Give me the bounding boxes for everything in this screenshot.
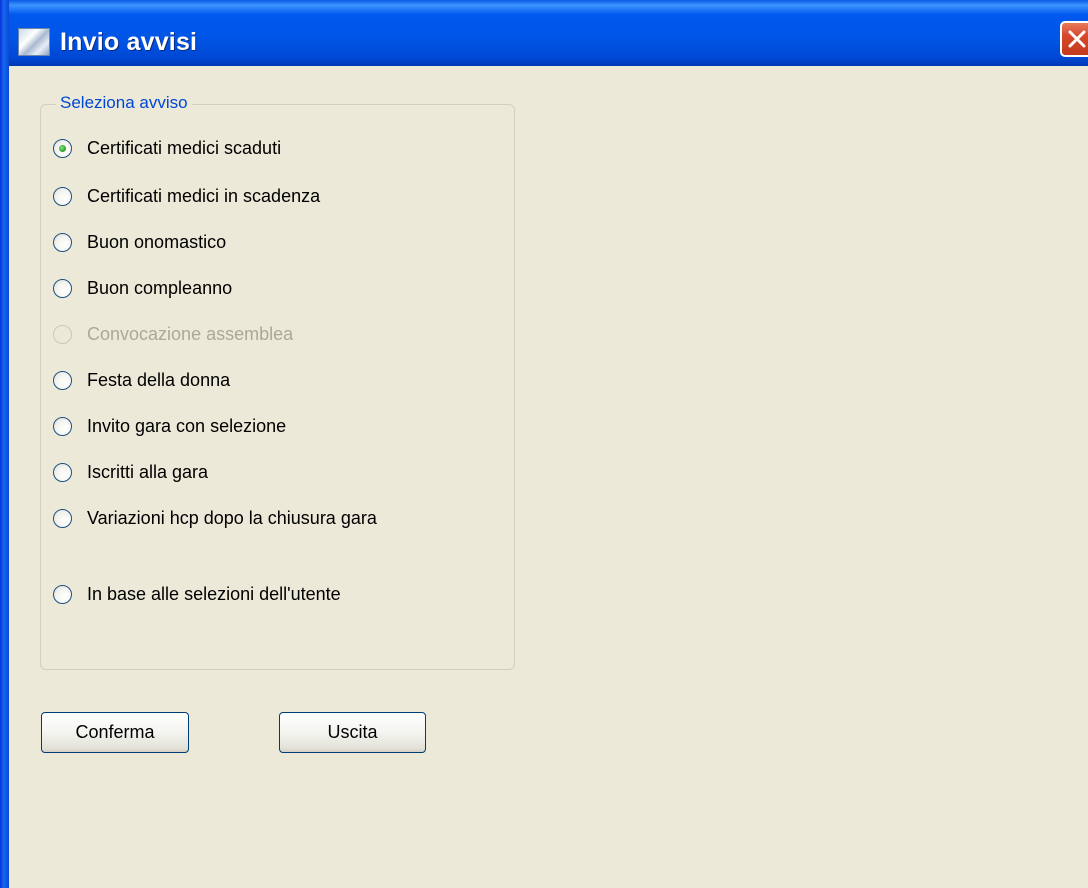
radio-option-certificati-scadenza[interactable]: Certificati medici in scadenza [53, 182, 320, 210]
radio-option-iscritti-gara[interactable]: Iscritti alla gara [53, 458, 208, 486]
radio-label: In base alle selezioni dell'utente [87, 583, 341, 604]
radio-label: Festa della donna [87, 369, 231, 390]
radio-button[interactable] [53, 508, 72, 528]
radio-button[interactable] [53, 278, 72, 298]
radio-button[interactable] [53, 232, 72, 252]
radio-label: Iscritti alla gara [87, 461, 209, 482]
radio-option-buon-compleanno[interactable]: Buon compleanno [53, 274, 232, 302]
radio-label: Variazioni hcp dopo la chiusura gara [87, 507, 377, 528]
radio-label: Certificati medici in scadenza [87, 185, 321, 206]
radio-button[interactable] [53, 138, 72, 158]
radio-option-invito-gara[interactable]: Invito gara con selezione [53, 412, 286, 440]
radio-option-festa-donna[interactable]: Festa della donna [53, 366, 230, 394]
radio-button[interactable] [53, 186, 72, 206]
window-title: Invio avvisi [60, 28, 198, 56]
confirm-button[interactable]: Conferma [41, 712, 189, 753]
radio-label: Buon onomastico [87, 231, 227, 252]
window-left-border [0, 0, 9, 888]
close-button[interactable] [1060, 21, 1088, 57]
radio-option-buon-onomastico[interactable]: Buon onomastico [53, 228, 226, 256]
radio-button [53, 324, 72, 344]
radio-label: Certificati medici scaduti [87, 137, 282, 158]
radio-label: Invito gara con selezione [87, 415, 287, 436]
radio-button[interactable] [53, 462, 72, 482]
title-bar[interactable]: Invio avvisi [0, 0, 1088, 66]
radio-label: Convocazione assemblea [87, 323, 294, 344]
radio-button[interactable] [53, 584, 72, 604]
dialog-window: Invio avvisi Seleziona avviso Certificat… [0, 0, 1088, 888]
radio-option-variazioni-hcp[interactable]: Variazioni hcp dopo la chiusura gara [53, 504, 377, 532]
close-icon [1068, 30, 1086, 48]
exit-button[interactable]: Uscita [279, 712, 426, 753]
radio-option-convocazione-assemblea: Convocazione assemblea [53, 320, 293, 348]
app-window-icon [18, 28, 50, 56]
groupbox-legend: Seleziona avviso [56, 93, 192, 113]
radio-button[interactable] [53, 416, 72, 436]
radio-button[interactable] [53, 370, 72, 390]
radio-option-certificati-scaduti[interactable]: Certificati medici scaduti [53, 134, 281, 162]
radio-option-selezioni-utente[interactable]: In base alle selezioni dell'utente [53, 580, 341, 608]
radio-label: Buon compleanno [87, 277, 233, 298]
